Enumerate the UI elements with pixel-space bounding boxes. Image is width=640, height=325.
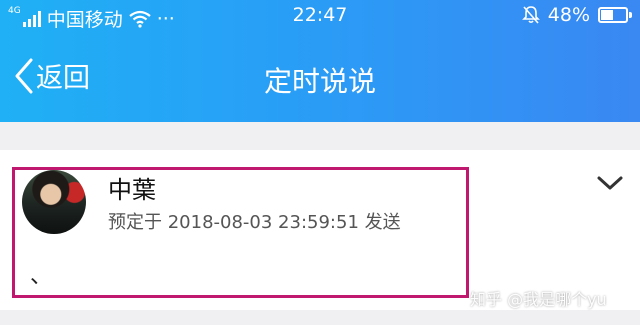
- status-bar: 4G 中国移动 ··· 22:47 48%: [0, 0, 640, 34]
- battery-level: [601, 10, 613, 20]
- battery-icon: [598, 7, 632, 23]
- scheduled-post-card[interactable]: 中葉 预定于 2018-08-03 23:59:51 发送 、 知乎 @我是哪个…: [0, 150, 640, 310]
- battery-percent: 48%: [547, 4, 590, 26]
- watermark: 知乎 @我是哪个yu: [470, 290, 607, 309]
- chevron-down-icon[interactable]: [596, 174, 624, 192]
- mute-bell-icon: [521, 6, 540, 24]
- highlight-box: [12, 167, 469, 298]
- nav-bar: 返回 定时说说: [0, 40, 640, 116]
- header-bar: 4G 中国移动 ··· 22:47 48% 返回 定时说说: [0, 0, 640, 122]
- page-title: 定时说说: [263, 65, 376, 98]
- status-right: 48%: [521, 4, 632, 26]
